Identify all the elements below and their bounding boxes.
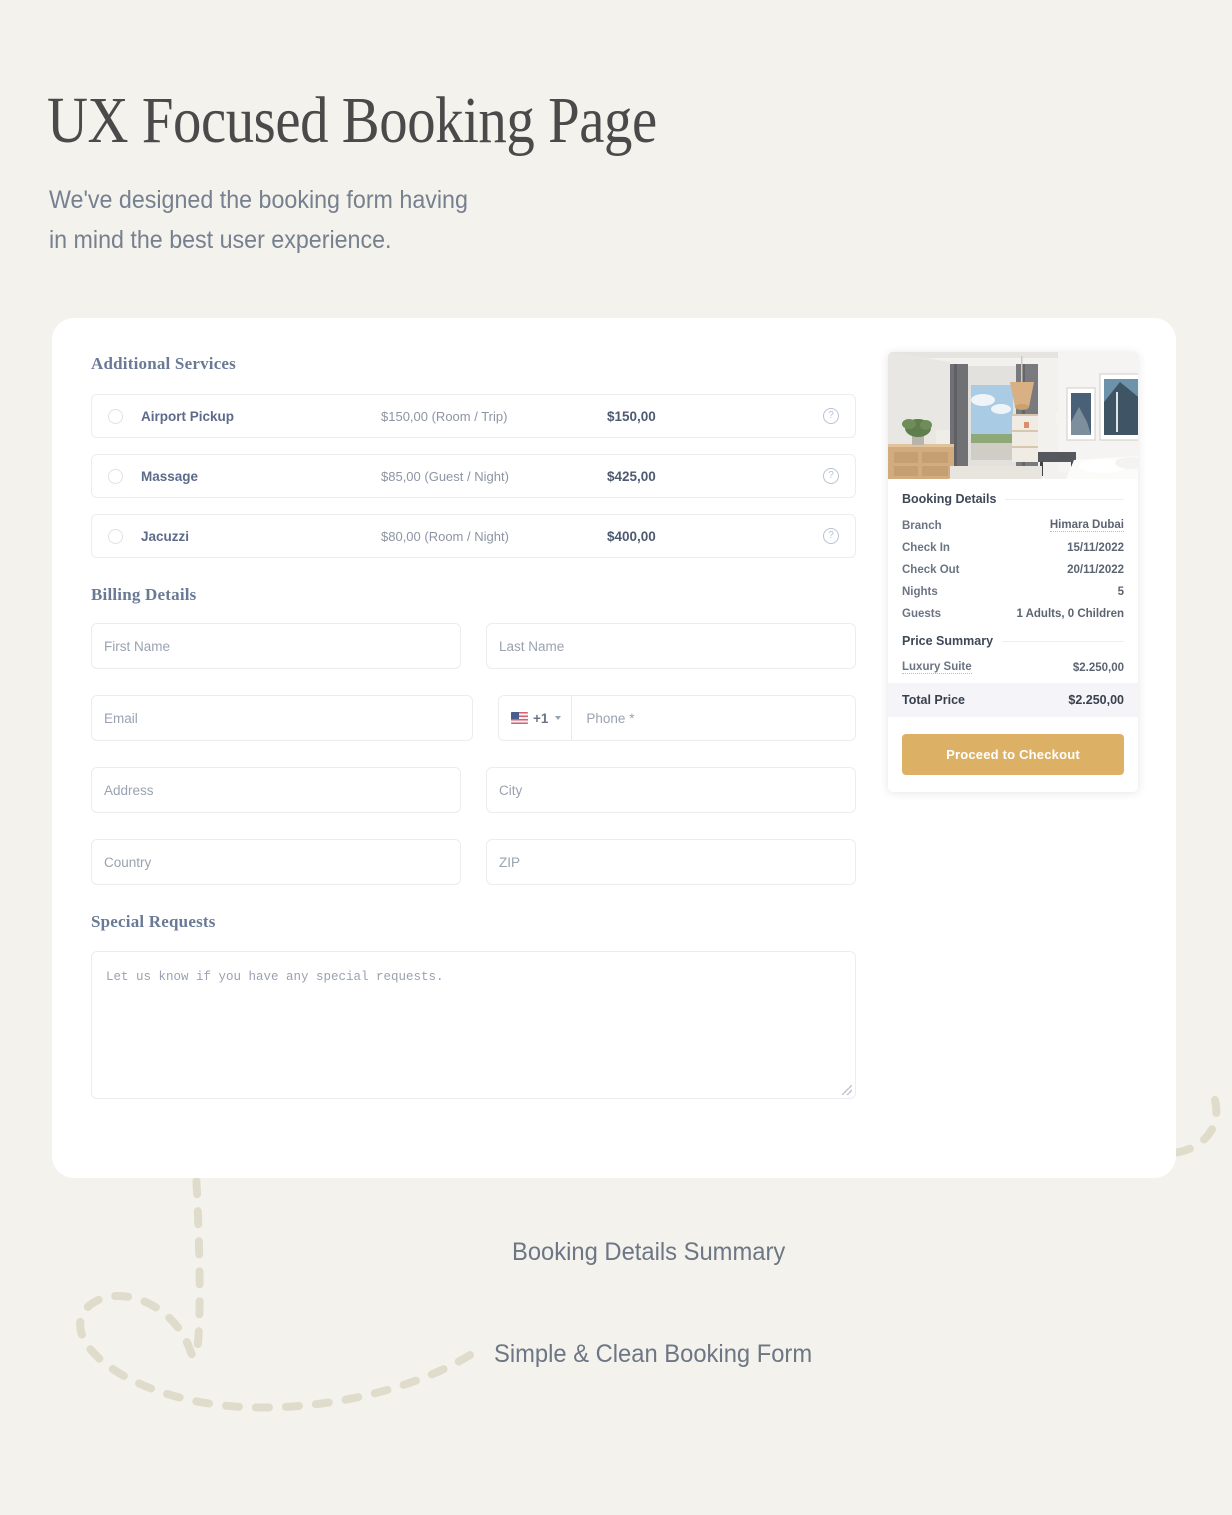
summary-value: 20/11/2022 — [1067, 564, 1124, 576]
summary-label: Check In — [902, 542, 950, 554]
zip-field[interactable]: ZIP — [486, 839, 856, 885]
summary-row-branch: Branch Himara Dubai — [902, 514, 1124, 537]
page-subtitle-line-1: We've designed the booking form having — [49, 186, 468, 214]
special-requests-textarea[interactable]: Let us know if you have any special requ… — [91, 951, 856, 1099]
summary-label: Guests — [902, 608, 941, 620]
annotation-booking-summary: Booking Details Summary — [512, 1238, 786, 1266]
service-name: Massage — [141, 468, 199, 484]
summary-value[interactable]: Himara Dubai — [1049, 519, 1124, 532]
booking-details-summary-label: Booking Details — [902, 492, 997, 506]
page-root: UX Focused Booking Page We've designed t… — [0, 0, 1232, 1515]
price-label[interactable]: Luxury Suite — [902, 661, 972, 674]
service-name: Jacuzzi — [141, 528, 190, 544]
phone-dial-code: +1 — [533, 710, 549, 726]
help-circle-icon[interactable]: ? — [823, 528, 839, 544]
billing-details-heading: Billing Details — [91, 585, 197, 604]
service-rate: $80,00 (Room / Night) — [381, 528, 509, 544]
total-price-label: Total Price — [902, 693, 965, 707]
last-name-placeholder: Last Name — [499, 638, 565, 654]
billing-row-region: Country ZIP — [91, 839, 856, 885]
heading-divider — [1002, 640, 1124, 642]
booking-form-column: Additional Services Airport Pickup $150,… — [91, 354, 856, 1099]
first-name-field[interactable]: First Name — [91, 623, 461, 669]
page-subtitle: We've designed the booking form having i… — [49, 180, 468, 260]
room-photo — [888, 352, 1138, 479]
us-flag-icon — [511, 712, 528, 724]
service-total: $425,00 — [607, 468, 656, 484]
service-row-airport-pickup[interactable]: Airport Pickup $150,00 (Room / Trip) $15… — [91, 394, 856, 438]
billing-row-address: Address City — [91, 767, 856, 813]
page-subtitle-line-2: in mind the best user experience. — [49, 226, 392, 254]
summary-row-guests: Guests 1 Adults, 0 Children — [902, 603, 1124, 625]
phone-field[interactable]: +1 Phone * — [498, 695, 856, 741]
heading-divider — [1005, 498, 1124, 500]
billing-row-contact: Email +1 Phone * — [91, 695, 856, 741]
service-rate: $150,00 (Room / Trip) — [381, 408, 508, 424]
price-row-luxury-suite: Luxury Suite $2.250,00 — [902, 656, 1124, 679]
last-name-field[interactable]: Last Name — [486, 623, 856, 669]
billing-fields: First Name Last Name Email +1 Phone * Ad… — [91, 623, 856, 885]
page-title: UX Focused Booking Page — [47, 84, 657, 157]
total-price-row: Total Price $2.250,00 — [888, 683, 1138, 717]
additional-services-list: Airport Pickup $150,00 (Room / Trip) $15… — [91, 394, 856, 558]
address-placeholder: Address — [104, 782, 154, 798]
email-field[interactable]: Email — [91, 695, 473, 741]
service-row-jacuzzi[interactable]: Jacuzzi $80,00 (Room / Night) $400,00 ? — [91, 514, 856, 558]
chevron-down-icon[interactable] — [555, 716, 562, 720]
first-name-placeholder: First Name — [104, 638, 171, 654]
country-field[interactable]: Country — [91, 839, 461, 885]
price-summary-heading: Price Summary — [902, 634, 1124, 648]
price-summary-label: Price Summary — [902, 634, 994, 648]
phone-number-input[interactable]: Phone * — [572, 696, 855, 740]
city-placeholder: City — [499, 782, 523, 798]
service-name: Airport Pickup — [141, 408, 235, 424]
summary-row-check-in: Check In 15/11/2022 — [902, 537, 1124, 559]
address-field[interactable]: Address — [91, 767, 461, 813]
summary-label: Branch — [902, 519, 942, 532]
service-total: $400,00 — [607, 528, 656, 544]
help-circle-icon[interactable]: ? — [823, 468, 839, 484]
country-placeholder: Country — [104, 854, 152, 870]
help-circle-icon[interactable]: ? — [823, 408, 839, 424]
total-price-value: $2.250,00 — [1068, 693, 1124, 707]
phone-placeholder: Phone * — [586, 710, 635, 726]
booking-card: Additional Services Airport Pickup $150,… — [52, 318, 1176, 1178]
price-value: $2.250,00 — [1072, 661, 1124, 674]
special-requests-placeholder: Let us know if you have any special requ… — [106, 970, 444, 984]
summary-value: 1 Adults, 0 Children — [1016, 608, 1124, 620]
service-total: $150,00 — [607, 408, 656, 424]
annotation-booking-form: Simple & Clean Booking Form — [494, 1340, 813, 1368]
proceed-to-checkout-button[interactable]: Proceed to Checkout — [902, 734, 1124, 775]
booking-details-summary-heading: Booking Details — [902, 492, 1124, 506]
summary-row-check-out: Check Out 20/11/2022 — [902, 559, 1124, 581]
booking-summary-panel: Booking Details Branch Himara Dubai Chec… — [888, 352, 1138, 792]
summary-label: Nights — [902, 586, 938, 598]
summary-row-nights: Nights 5 — [902, 581, 1124, 603]
service-radio-jacuzzi[interactable] — [108, 528, 123, 544]
city-field[interactable]: City — [486, 767, 856, 813]
additional-services-heading: Additional Services — [91, 354, 236, 373]
resize-handle-icon[interactable] — [842, 1085, 852, 1095]
summary-label: Check Out — [902, 564, 960, 576]
service-radio-airport-pickup[interactable] — [108, 408, 123, 424]
email-placeholder: Email — [104, 710, 138, 726]
summary-value: 5 — [1117, 586, 1124, 598]
zip-placeholder: ZIP — [499, 854, 521, 870]
service-rate: $85,00 (Guest / Night) — [381, 468, 509, 484]
service-radio-massage[interactable] — [108, 468, 123, 484]
special-requests-heading: Special Requests — [91, 912, 216, 931]
service-row-massage[interactable]: Massage $85,00 (Guest / Night) $425,00 ? — [91, 454, 856, 498]
billing-row-name: First Name Last Name — [91, 623, 856, 669]
summary-value: 15/11/2022 — [1067, 542, 1124, 554]
booking-summary-body: Booking Details Branch Himara Dubai Chec… — [888, 479, 1138, 792]
phone-country-select[interactable]: +1 — [499, 696, 573, 740]
